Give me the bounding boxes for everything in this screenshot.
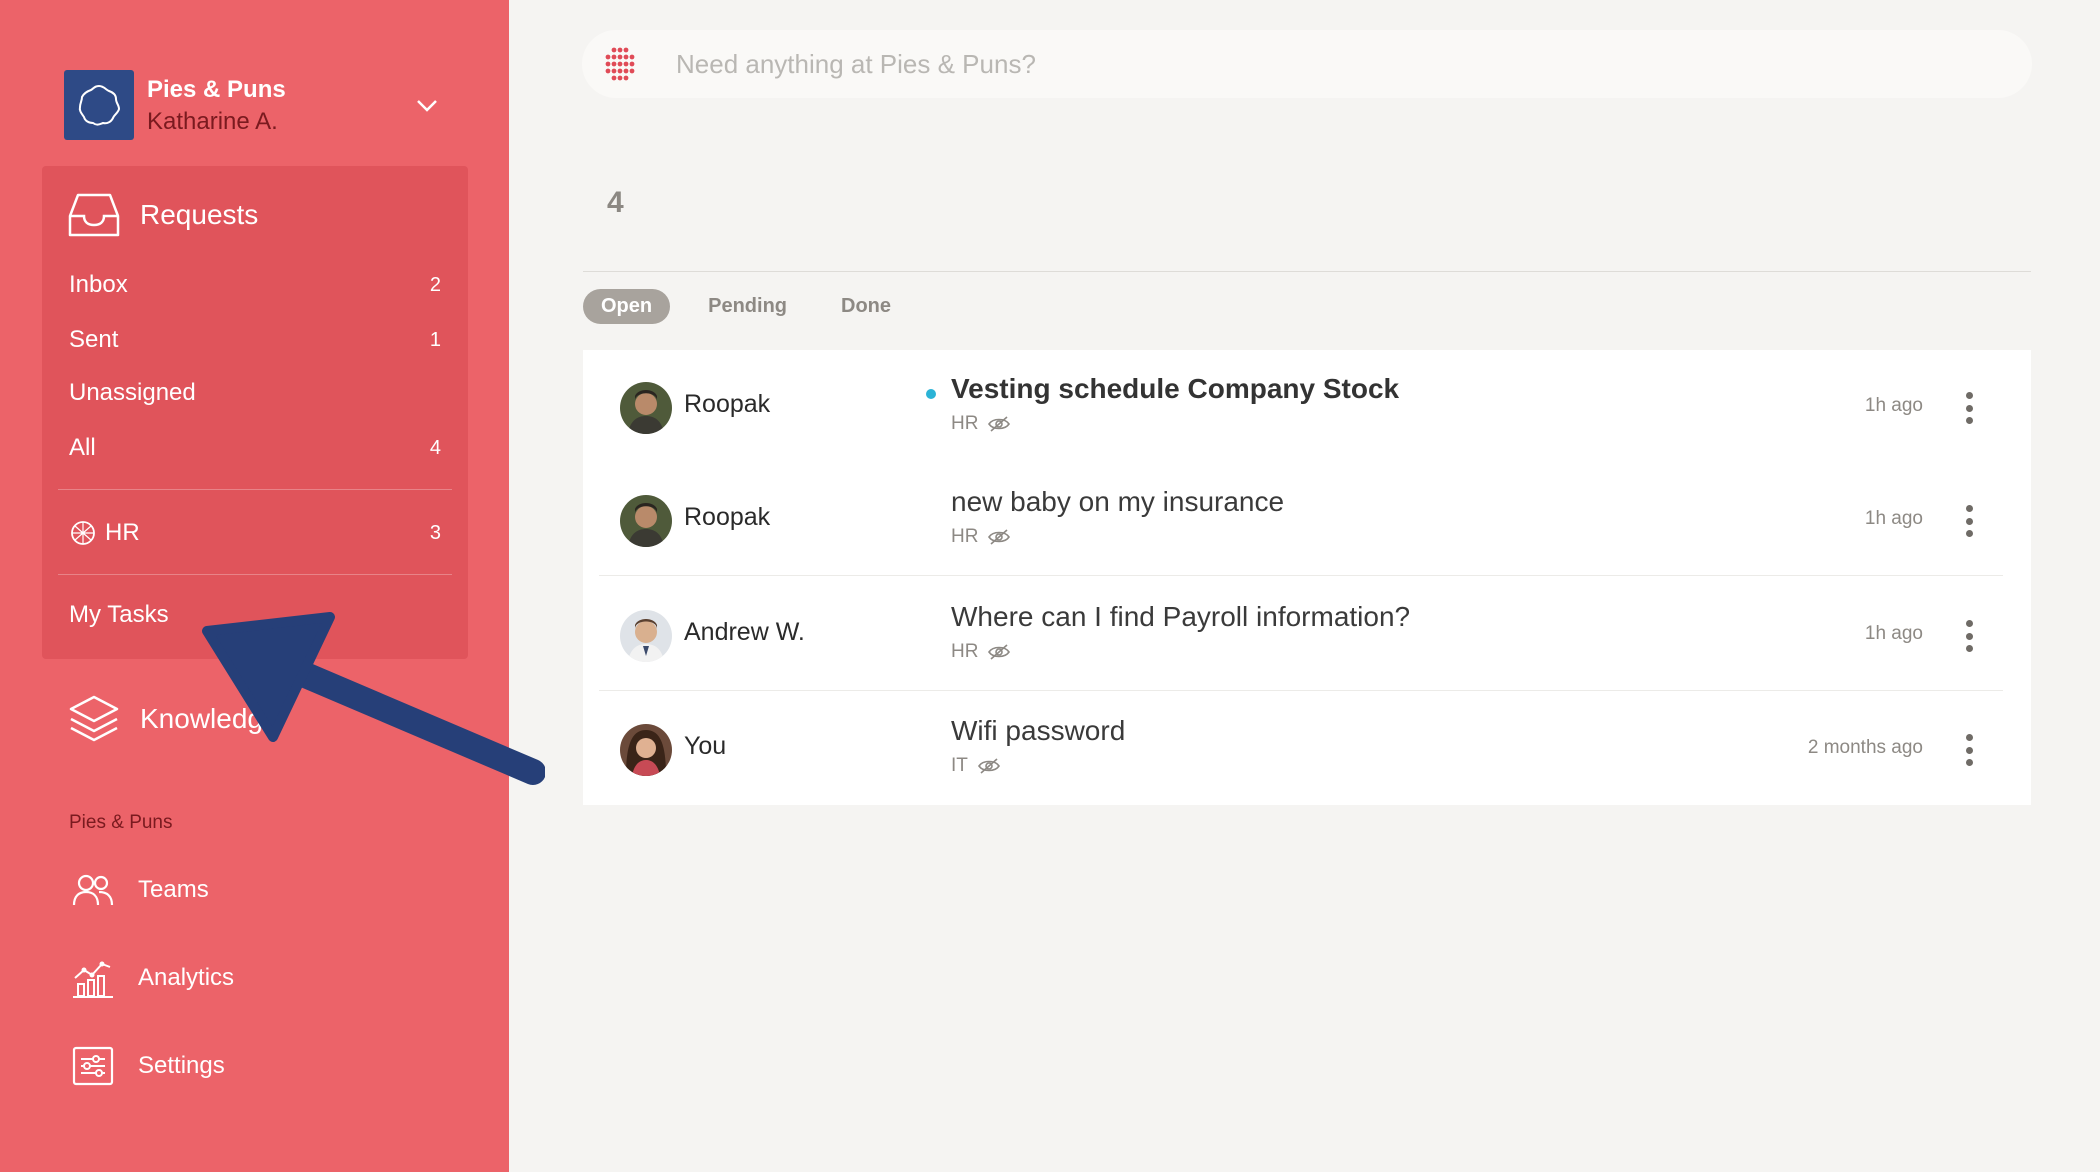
nav-item-count: 3 (429, 521, 441, 544)
nav-item-all[interactable]: All 4 (69, 428, 441, 468)
analytics-icon (70, 955, 116, 1001)
nav-item-label: Sent (69, 326, 119, 353)
nav-item-unassigned[interactable]: Unassigned (69, 373, 441, 413)
requests-header[interactable]: Requests (68, 190, 258, 240)
request-row[interactable]: Roopak new baby on my insurance HR 1h ag… (583, 463, 2031, 576)
unread-dot (926, 389, 936, 399)
tab-done[interactable]: Done (841, 295, 891, 318)
request-row[interactable]: You Wifi password IT 2 months ago (583, 692, 2031, 805)
sidebar-item-teams[interactable]: Teams (70, 867, 209, 913)
eye-off-icon (977, 758, 1000, 774)
divider (58, 574, 452, 575)
teams-icon (70, 867, 116, 913)
request-subject[interactable]: Where can I find Payroll information? (951, 601, 1410, 633)
request-time: 2 months ago (1807, 737, 1923, 758)
request-count: 4 (607, 186, 624, 219)
eye-off-icon (988, 416, 1011, 432)
request-subject[interactable]: Vesting schedule Company Stock (951, 373, 1399, 405)
layers-icon (69, 695, 119, 742)
team-hr-icon (71, 521, 95, 545)
dots-grid-icon (605, 47, 635, 81)
sidebar-item-label: Settings (138, 1052, 225, 1079)
team-label: IT (951, 755, 968, 776)
request-time: 1h ago (1864, 623, 1923, 644)
more-options-icon[interactable] (1963, 734, 1975, 766)
tab-pending[interactable]: Pending (708, 295, 787, 318)
team-label-wrap: HR (69, 519, 140, 547)
request-row[interactable]: Andrew W. Where can I find Payroll infor… (583, 578, 2031, 691)
nav-item-label: HR (105, 519, 140, 546)
nav-item-label: Inbox (69, 271, 128, 298)
tab-open[interactable]: Open (583, 289, 671, 324)
requester-name: You (684, 732, 727, 760)
chevron-down-icon[interactable] (412, 90, 442, 120)
sidebar: Pies & Puns Katharine A. Requests Inbox … (0, 0, 509, 1172)
more-options-icon[interactable] (1963, 505, 1975, 537)
settings-icon (70, 1043, 116, 1089)
requests-panel: Requests Inbox 2 Sent 1 Unassigned All 4 (42, 166, 468, 659)
org-logo (64, 70, 134, 140)
nav-item-label: Unassigned (69, 379, 196, 406)
annotation-arrow (202, 612, 545, 785)
requester-name: Andrew W. (684, 618, 805, 646)
request-time: 1h ago (1864, 508, 1923, 529)
request-row[interactable]: Roopak Vesting schedule Company Stock HR… (583, 350, 2031, 463)
request-team: IT (951, 755, 1000, 777)
request-subject[interactable]: new baby on my insurance (951, 486, 1284, 518)
avatar (620, 610, 672, 662)
nav-item-inbox[interactable]: Inbox 2 (69, 265, 441, 305)
request-team: HR (951, 526, 1011, 548)
eye-off-icon (988, 644, 1011, 660)
team-label: HR (951, 526, 979, 547)
search-input[interactable] (676, 30, 1976, 98)
nav-item-count: 1 (429, 328, 441, 351)
requester-name: Roopak (684, 390, 771, 418)
nav-item-count: 4 (429, 436, 441, 459)
org-user-name: Katharine A. (147, 108, 278, 135)
org-name: Pies & Puns (147, 76, 286, 103)
nav-item-count: 2 (429, 273, 441, 296)
more-options-icon[interactable] (1963, 620, 1975, 652)
request-subject[interactable]: Wifi password (951, 715, 1125, 747)
avatar (620, 382, 672, 434)
search-bar[interactable] (582, 30, 2032, 98)
status-tabs: Open Pending Done (583, 289, 945, 324)
team-label: HR (951, 641, 979, 662)
sidebar-item-label: Analytics (138, 964, 235, 991)
org-switcher[interactable]: Pies & Puns Katharine A. (64, 70, 494, 142)
request-list: Roopak Vesting schedule Company Stock HR… (583, 350, 2031, 805)
sidebar-item-settings[interactable]: Settings (70, 1043, 225, 1089)
requester-name: Roopak (684, 503, 771, 531)
team-label: HR (951, 413, 979, 434)
inbox-tray-icon (68, 193, 120, 237)
request-time: 1h ago (1864, 395, 1923, 416)
eye-off-icon (988, 529, 1011, 545)
request-team: HR (951, 413, 1011, 435)
section-label: Pies & Puns (69, 812, 173, 833)
app: Pies & Puns Katharine A. Requests Inbox … (0, 0, 2100, 1172)
nav-item-sent[interactable]: Sent 1 (69, 320, 441, 360)
avatar (620, 724, 672, 776)
nav-item-label: All (69, 434, 96, 461)
nav-item-label: My Tasks (69, 601, 169, 628)
request-team: HR (951, 641, 1011, 663)
more-options-icon[interactable] (1963, 392, 1975, 424)
sidebar-item-label: Teams (138, 876, 209, 903)
divider (599, 690, 2003, 691)
sidebar-item-analytics[interactable]: Analytics (70, 955, 234, 1001)
nav-item-team-hr[interactable]: HR 3 (69, 513, 441, 553)
divider (583, 271, 2031, 272)
requests-title: Requests (140, 199, 259, 230)
avatar (620, 495, 672, 547)
divider (58, 489, 452, 490)
divider (599, 575, 2003, 576)
